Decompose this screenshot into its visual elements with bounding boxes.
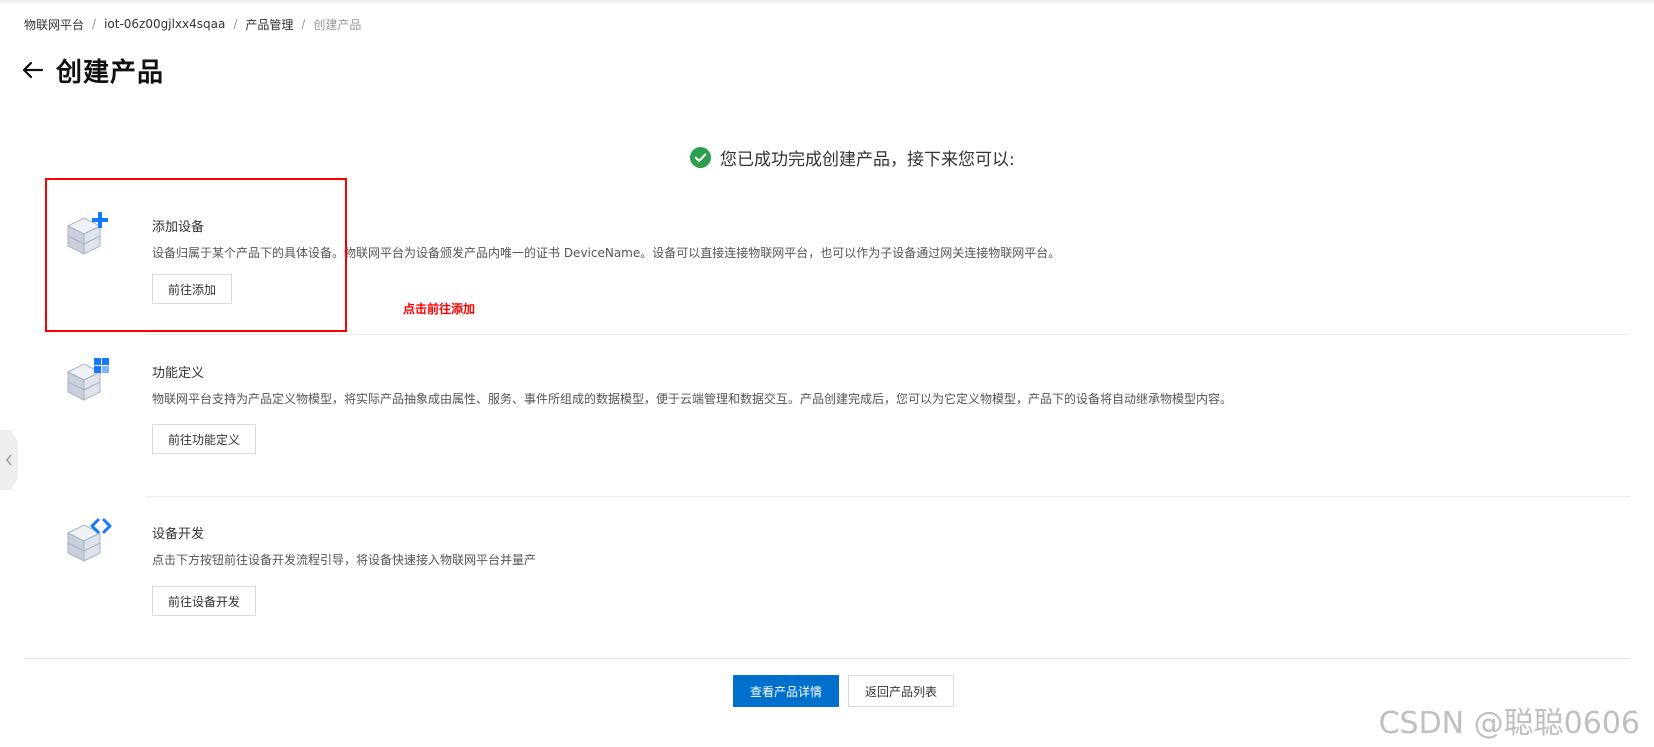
page-header: 创建产品	[22, 48, 164, 92]
section-divider	[145, 334, 1630, 335]
step-title: 功能定义	[152, 366, 205, 381]
breadcrumb-separator: /	[233, 17, 238, 31]
cube-grid-icon	[64, 356, 114, 406]
breadcrumb-item-product-management[interactable]: 产品管理	[245, 16, 293, 33]
breadcrumb-separator: /	[301, 17, 306, 31]
step-function-definition: 功能定义 物联网平台支持为产品定义物模型，将实际产品抽象成由属性、服务、事件所组…	[60, 356, 1630, 466]
sidebar-expand-handle[interactable]	[0, 430, 18, 490]
footer-divider	[24, 658, 1630, 659]
success-message: 您已成功完成创建产品，接下来您可以:	[690, 145, 1015, 170]
annotation-text: 点击前往添加	[403, 302, 476, 316]
view-product-details-button[interactable]: 查看产品详情	[733, 675, 839, 707]
annotation-highlight-box	[45, 178, 347, 332]
watermark: CSDN @聪聪0606	[1378, 706, 1640, 741]
back-to-product-list-button[interactable]: 返回产品列表	[848, 675, 954, 707]
success-text: 您已成功完成创建产品，接下来您可以:	[720, 150, 1015, 170]
breadcrumb-item-platform[interactable]: 物联网平台	[24, 16, 84, 33]
go-function-definition-button[interactable]: 前往功能定义	[152, 424, 257, 454]
go-device-development-button[interactable]: 前往设备开发	[152, 586, 257, 616]
back-arrow-icon[interactable]	[22, 59, 44, 81]
step-description: 点击下方按钮前往设备开发流程引导，将设备快速接入物联网平台并量产	[152, 553, 537, 567]
section-divider	[145, 496, 1630, 497]
chevron-left-icon	[6, 454, 12, 466]
breadcrumb: 物联网平台 / iot-06z00gjlxx4sqaa / 产品管理 / 创建产…	[24, 16, 361, 32]
breadcrumb-current: 创建产品	[313, 17, 362, 32]
breadcrumb-item-instance[interactable]: iot-06z00gjlxx4sqaa	[104, 17, 225, 31]
step-device-development: 设备开发 点击下方按钮前往设备开发流程引导，将设备快速接入物联网平台并量产 前往…	[60, 517, 1630, 627]
breadcrumb-separator: /	[92, 17, 97, 31]
cube-code-icon	[64, 517, 114, 567]
success-check-icon	[690, 147, 711, 168]
top-border	[0, 0, 1654, 3]
page-title: 创建产品	[56, 57, 165, 88]
step-description: 物联网平台支持为产品定义物模型，将实际产品抽象成由属性、服务、事件所组成的数据模…	[152, 392, 1233, 406]
step-title: 设备开发	[152, 527, 205, 542]
